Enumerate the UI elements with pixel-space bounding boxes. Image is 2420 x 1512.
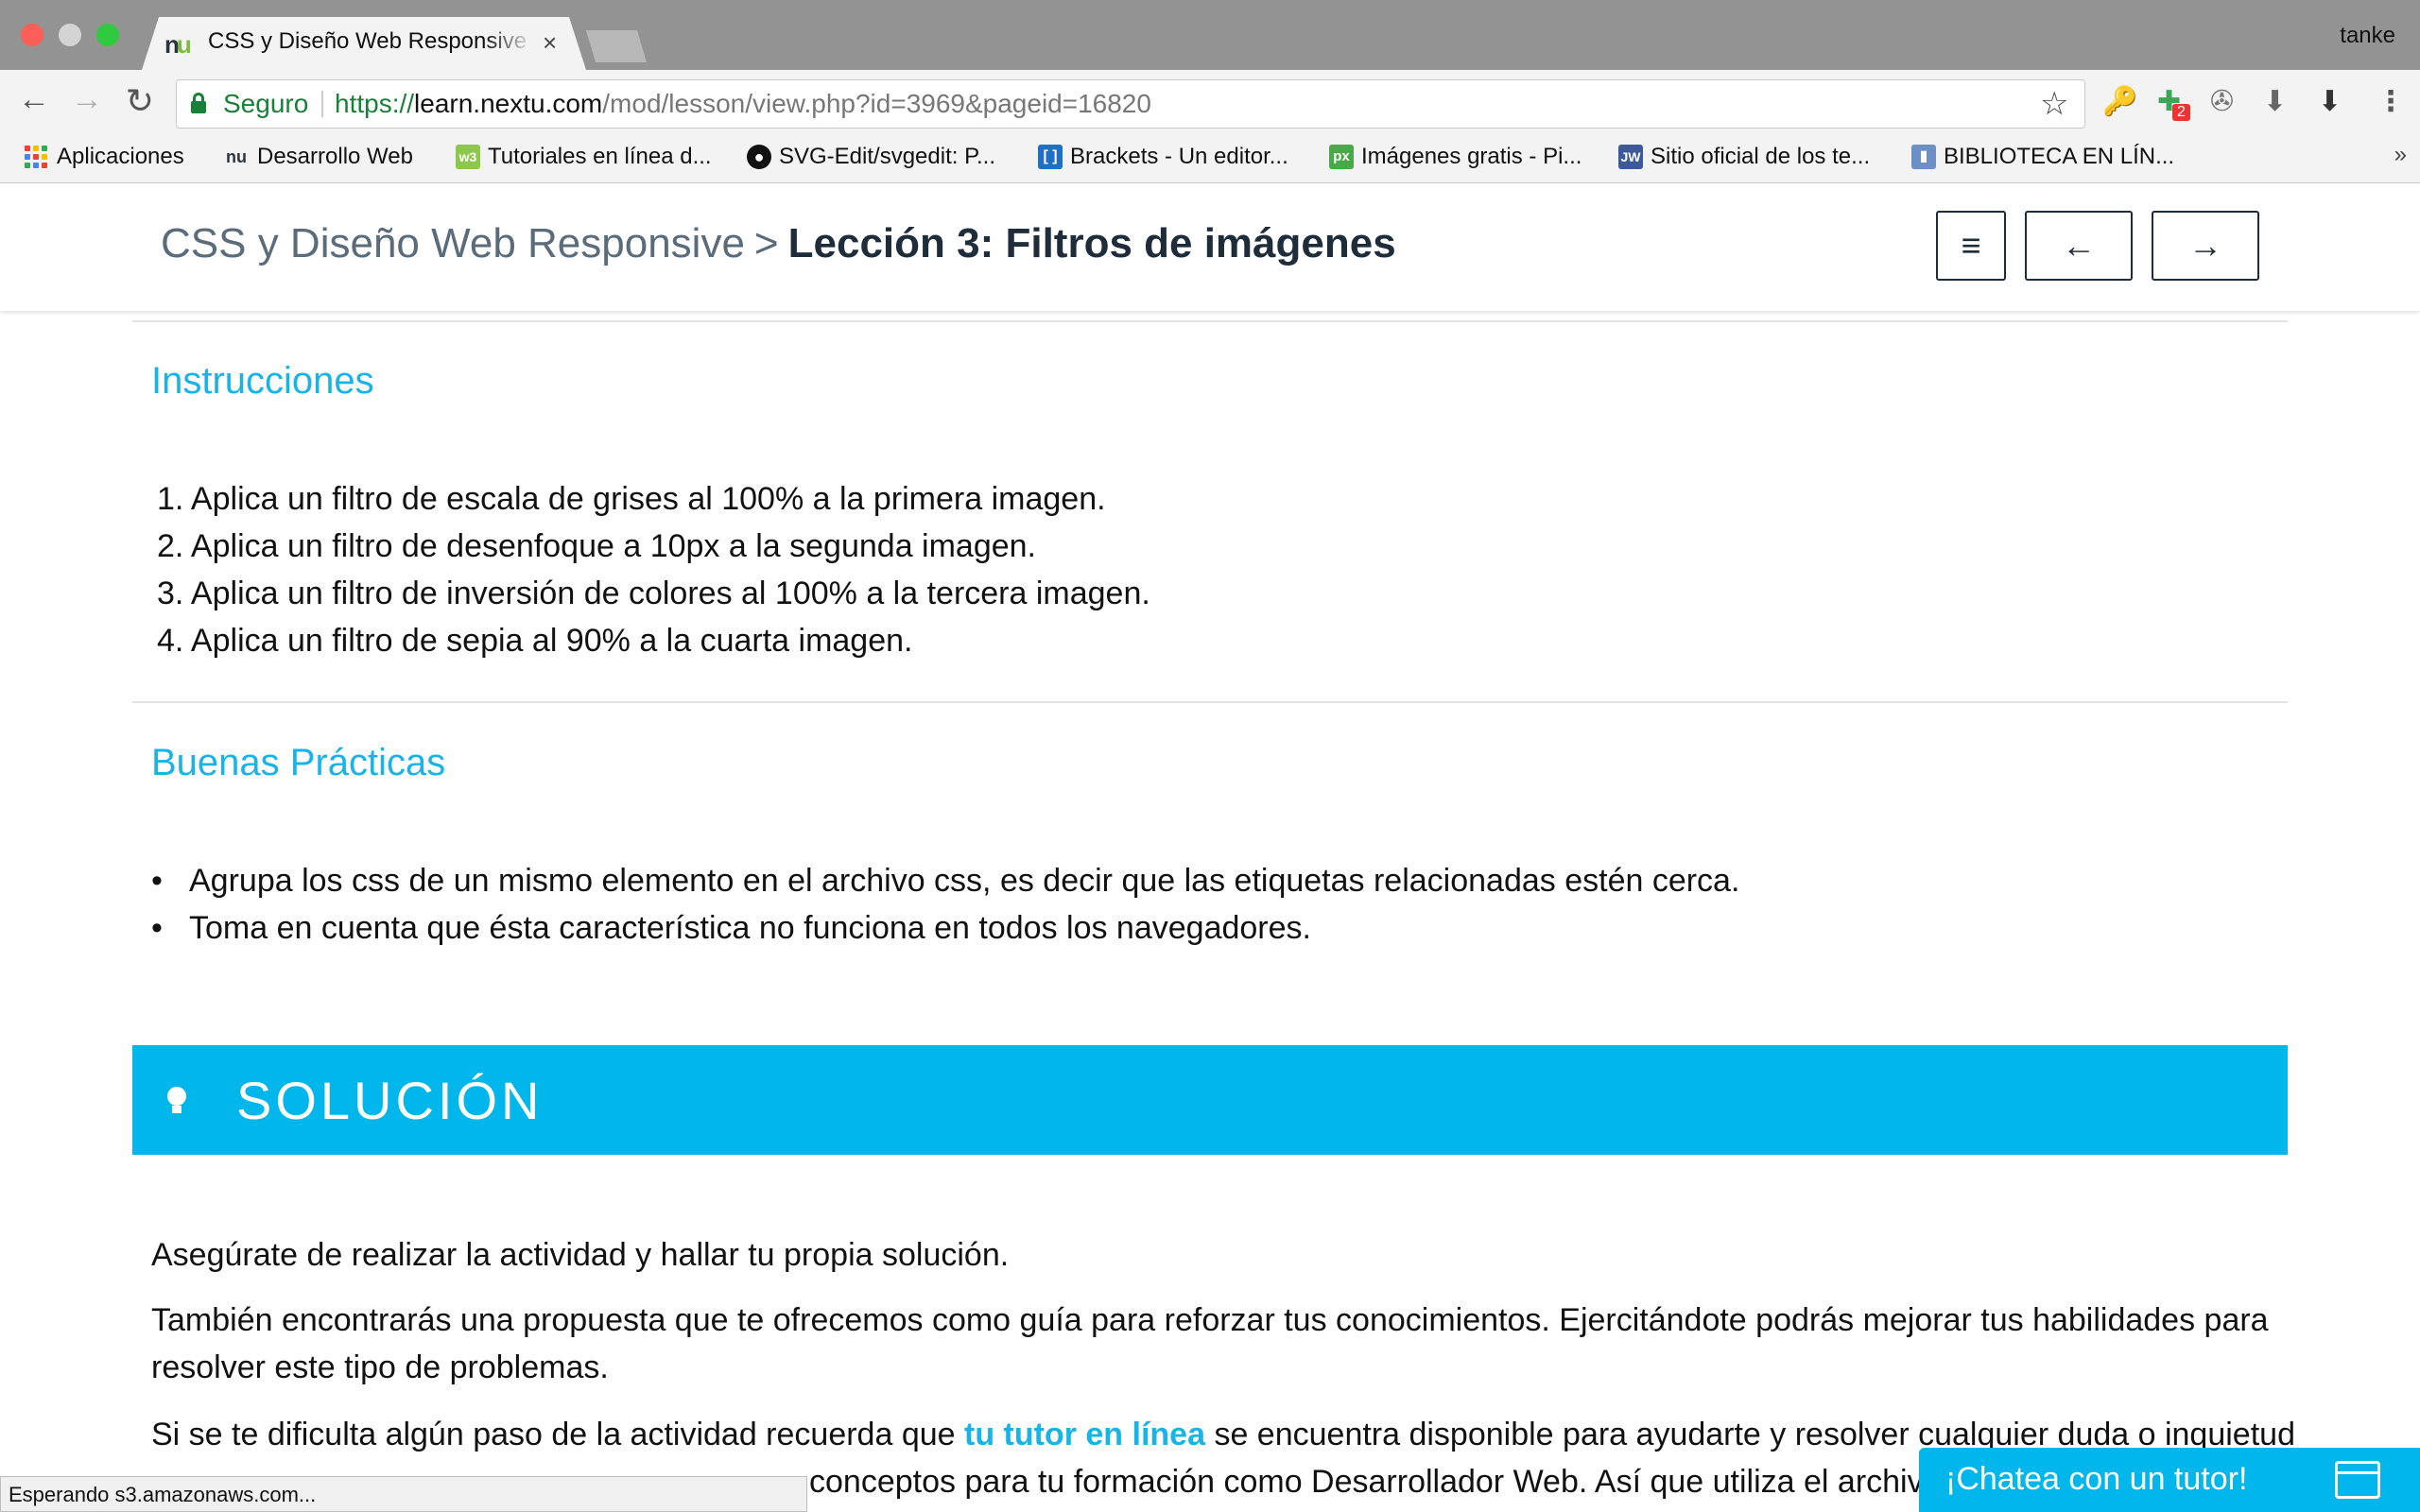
bookmark-label: SVG-Edit/svgedit: P...: [779, 144, 995, 169]
download-arrow-dark-icon[interactable]: ⬇: [2318, 85, 2342, 118]
solution-banner: SOLUCIÓN: [132, 1045, 2288, 1155]
new-tab-button[interactable]: [586, 30, 647, 62]
github-icon: ●: [747, 145, 771, 169]
list-item: 2. Aplica un filtro de desenfoque a 10px…: [157, 528, 1037, 564]
instructions-list: 1. Aplica un filtro de escala de grises …: [157, 475, 1150, 664]
extension-badge: 2: [2172, 104, 2190, 121]
lesson-content: Instrucciones 1. Aplica un filtro de esc…: [0, 311, 2420, 1512]
divider: [132, 701, 2288, 703]
chat-label[interactable]: ¡Chatea con un tutor!: [1945, 1461, 2247, 1498]
bookmark-brackets[interactable]: [ ] Brackets - Un editor...: [1038, 142, 1288, 172]
bookmarks-overflow-icon[interactable]: »: [2394, 142, 2407, 168]
lightbulb-icon: [166, 1083, 187, 1115]
best-practices-heading: Buenas Prácticas: [151, 742, 446, 783]
list-item: 1. Aplica un filtro de escala de grises …: [157, 481, 1106, 517]
status-bar: Esperando s3.amazonaws.com...: [0, 1476, 807, 1512]
brackets-icon: [ ]: [1038, 145, 1063, 169]
breadcrumb-lesson: Lección 3: Filtros de imágenes: [787, 220, 1396, 266]
secure-label[interactable]: Seguro: [223, 89, 308, 119]
bookmark-jw[interactable]: JW Sitio oficial de los te...: [1618, 142, 1870, 172]
url-text[interactable]: https://learn.nextu.com/mod/lesson/view.…: [335, 89, 1151, 119]
instructions-heading: Instrucciones: [151, 360, 374, 402]
breadcrumb-course[interactable]: CSS y Diseño Web Responsive: [161, 220, 745, 266]
lesson-header: CSS y Diseño Web Responsive > Lección 3: F…: [0, 184, 2420, 311]
divider: [132, 320, 2288, 322]
bookmark-label: Brackets - Un editor...: [1070, 144, 1288, 169]
bookmark-label: BIBLIOTECA EN LÍN...: [1944, 144, 2175, 169]
chat-widget[interactable]: ¡Chatea con un tutor!: [1919, 1448, 2420, 1512]
best-practices-list: Agrupa los css de un mismo elemento en e…: [151, 857, 1739, 952]
tab-title[interactable]: CSS y Diseño Web Responsive: [208, 28, 534, 55]
w3-icon: w3: [456, 145, 480, 169]
list-item: 3. Aplica un filtro de inversión de colo…: [157, 576, 1150, 611]
reload-icon[interactable]: ↻: [121, 81, 159, 121]
list-item: Agrupa los css de un mismo elemento en e…: [151, 857, 1739, 904]
profile-name[interactable]: tanke: [2340, 23, 2395, 49]
list-item: Toma en cuenta que ésta característica n…: [151, 904, 1739, 952]
bookmark-label: Sitio oficial de los te...: [1651, 144, 1871, 169]
tab-close-icon[interactable]: ×: [543, 28, 557, 58]
bookmark-pixabay[interactable]: px Imágenes gratis - Pi...: [1329, 142, 1582, 172]
list-item: 4. Aplica un filtro de sepia al 90% a la…: [157, 623, 913, 659]
back-arrow-icon[interactable]: ←: [15, 81, 53, 118]
bookmark-w3[interactable]: w3 Tutoriales en línea d...: [456, 142, 712, 172]
url-scheme: https://: [335, 89, 415, 118]
paragraph-text: Si se te dificulta algún paso de la acti…: [151, 1417, 964, 1452]
solution-title: SOLUCIÓN: [236, 1071, 544, 1130]
download-arrow-icon[interactable]: ⬇: [2263, 85, 2287, 118]
chat-window-icon[interactable]: [2335, 1461, 2380, 1499]
bookmark-label: Tutoriales en línea d...: [488, 144, 712, 169]
bookmark-biblioteca[interactable]: ▮ BIBLIOTECA EN LÍN...: [1911, 142, 2174, 172]
next-page-button[interactable]: →: [2152, 211, 2259, 281]
bookmark-label: Aplicaciones: [57, 144, 184, 169]
breadcrumb: CSS y Diseño Web Responsive > Lección 3: F…: [161, 220, 1396, 267]
url-path: /mod/lesson/view.php?id=3969&pageid=1682…: [602, 89, 1151, 118]
jw-icon: JW: [1618, 145, 1643, 169]
film-reel-extension-icon[interactable]: ✇: [2210, 85, 2234, 118]
apps-grid-icon: [25, 146, 49, 168]
previous-page-button[interactable]: ←: [2025, 211, 2133, 281]
close-window-button[interactable]: [21, 24, 43, 46]
lock-icon[interactable]: [191, 93, 206, 113]
lesson-menu-button[interactable]: ≡: [1936, 211, 2006, 281]
minimize-window-button[interactable]: [59, 24, 81, 46]
solution-paragraph-2: También encontrarás una propuesta que te…: [151, 1302, 2269, 1385]
key-extension-icon[interactable]: 🔑: [2102, 85, 2137, 118]
maximize-window-button[interactable]: [96, 24, 119, 46]
nextu-favicon-icon: nu: [164, 30, 192, 59]
bookmark-svgedit[interactable]: ● SVG-Edit/svgedit: P...: [747, 142, 995, 172]
forward-arrow-icon[interactable]: →: [68, 81, 106, 118]
nextu-icon: nu: [226, 147, 247, 166]
bookmark-star-icon[interactable]: ☆: [2040, 85, 2068, 123]
solution-paragraph-1: Asegúrate de realizar la actividad y hal…: [151, 1237, 1010, 1273]
solution-paragraph-3-line-2: conceptos para tu formación como Desarro…: [809, 1464, 1924, 1500]
address-divider: [321, 91, 323, 117]
tutor-link[interactable]: tu tutor en línea: [964, 1417, 1205, 1452]
url-host: learn.nextu.com: [414, 89, 603, 118]
breadcrumb-separator: >: [753, 220, 779, 266]
bookmark-desarrollo-web[interactable]: nu Desarrollo Web: [223, 142, 413, 172]
library-icon: ▮: [1911, 145, 1936, 169]
pixabay-icon: px: [1329, 145, 1354, 169]
bookmark-apps[interactable]: Aplicaciones: [25, 142, 184, 172]
bookmark-label: Desarrollo Web: [257, 144, 413, 169]
browser-menu-icon[interactable]: ⋮: [2377, 85, 2405, 118]
bookmark-label: Imágenes gratis - Pi...: [1361, 144, 1582, 169]
